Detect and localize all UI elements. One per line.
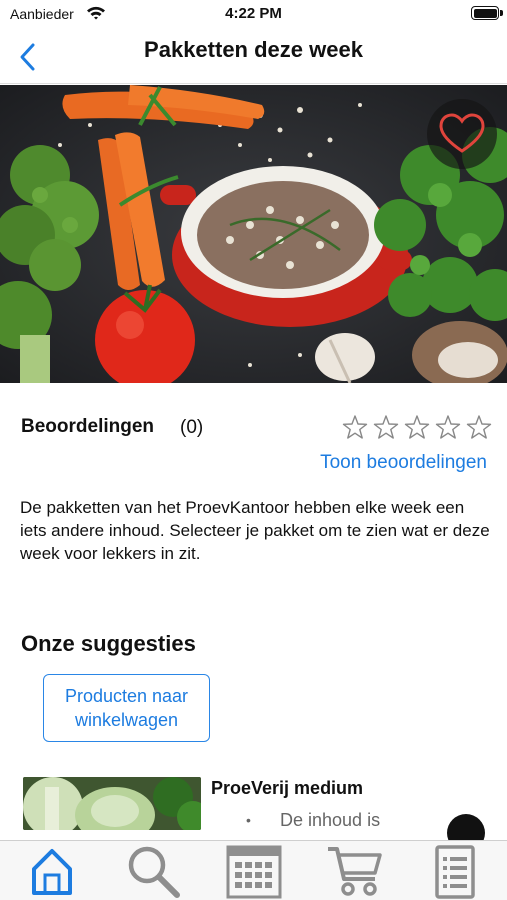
ratings-count: (0) [180,417,204,438]
list-icon [435,845,475,899]
bullet: • [246,812,251,828]
package-description: De pakketten van het ProevKantoor hebben… [20,498,490,563]
ratings-title: Beoordelingen [21,416,155,437]
tab-home[interactable] [30,843,74,900]
product-name: ProeVerij medium [211,778,364,798]
hero-image [0,85,507,383]
calendar-icon [226,845,282,899]
cabbage-photo [23,777,201,830]
star-outline-icon [373,415,399,439]
star-outline-icon [435,415,461,439]
battery-icon [471,6,503,20]
home-icon [32,849,72,895]
status-bar: Aanbieder 4:22 PM [0,0,507,28]
cart-icon [328,847,382,896]
tab-search[interactable] [124,843,182,900]
suggestions-title: Onze suggesties [21,631,196,656]
page-title: Pakketten deze week [144,37,363,62]
search-icon [128,846,180,898]
star-outline-icon [342,415,368,439]
rating-stars [342,414,492,440]
clock: 4:22 PM [225,5,282,22]
tab-cart[interactable] [326,843,384,900]
product-thumbnail[interactable] [23,777,201,830]
tab-calendar[interactable] [225,843,283,900]
show-ratings-link[interactable]: Toon beoordelingen [320,452,487,474]
favorite-button[interactable] [427,99,497,169]
star-outline-icon [404,415,430,439]
navigation-bar: Pakketten deze week [0,28,507,84]
product-description: De inhoud is [280,810,381,830]
tab-bar [0,840,507,900]
heart-outline-icon [439,113,485,153]
tab-list[interactable] [434,843,476,900]
add-products-to-cart-button[interactable]: Producten naar winkelwagen [43,674,210,742]
star-outline-icon [466,415,492,439]
